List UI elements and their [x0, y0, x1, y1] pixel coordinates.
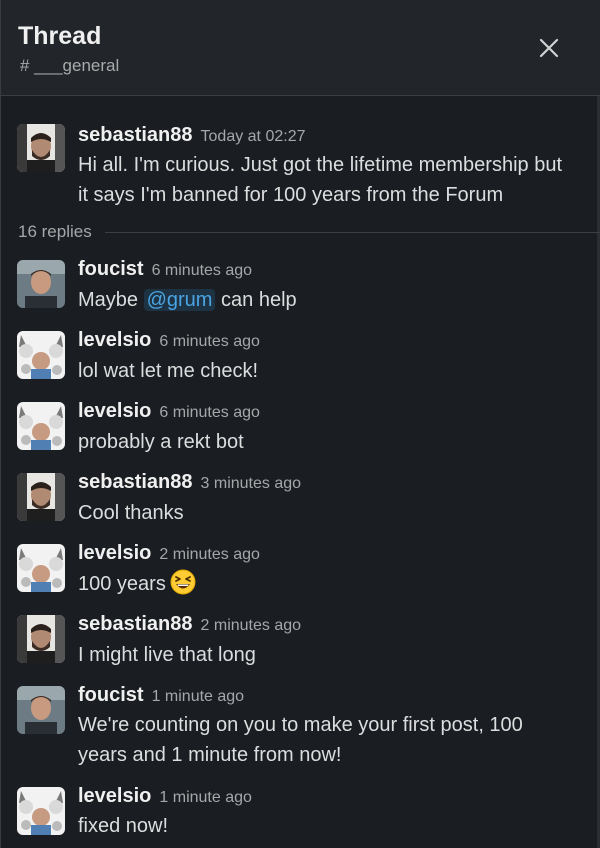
close-button[interactable]	[531, 30, 567, 66]
reply-message[interactable]: levelsio 6 minutes ago lol wat let me che…	[1, 329, 600, 385]
author-name[interactable]: levelsio	[78, 542, 151, 564]
grinning-squinting-face-icon	[170, 569, 196, 604]
levelsio-avatar[interactable]	[17, 787, 65, 835]
timestamp[interactable]: 2 minutes ago	[159, 546, 260, 563]
close-icon	[539, 38, 559, 58]
levelsio-avatar[interactable]	[17, 402, 65, 450]
parent-message[interactable]: sebastian88 Today at 02:27 Hi all. I'm cu…	[1, 124, 600, 214]
levelsio-avatar[interactable]	[17, 544, 65, 592]
message-text: Cool thanks	[78, 502, 184, 524]
timestamp[interactable]: 6 minutes ago	[152, 262, 253, 279]
sebastian-avatar[interactable]	[17, 615, 65, 663]
author-name[interactable]: foucist	[78, 258, 144, 280]
message-text: We're counting on you to make your first…	[78, 714, 523, 766]
reply-message[interactable]: sebastian88 3 minutes ago Cool thanks	[1, 471, 600, 527]
message-text: 100 years	[78, 569, 578, 604]
channel-link[interactable]: # ___general	[20, 56, 119, 76]
reply-message[interactable]: foucist 6 minutes ago Maybe @grum can hel…	[1, 258, 600, 314]
author-name[interactable]: sebastian88	[78, 124, 193, 146]
author-name[interactable]: levelsio	[78, 400, 151, 422]
user-mention[interactable]: @grum	[143, 289, 216, 311]
text-segment: 100 years	[78, 573, 166, 595]
timestamp[interactable]: 6 minutes ago	[159, 404, 260, 421]
sebastian-avatar[interactable]	[17, 473, 65, 521]
levelsio-avatar[interactable]	[17, 331, 65, 379]
message-text: Maybe @grum can help	[78, 285, 578, 315]
sebastian-avatar[interactable]	[17, 124, 65, 172]
reply-message[interactable]: foucist 1 minute ago We're counting on yo…	[1, 684, 600, 774]
replies-count: 16 replies	[18, 222, 92, 241]
reply-message[interactable]: levelsio 1 minute ago fixed now!	[1, 785, 600, 841]
timestamp[interactable]: 3 minutes ago	[201, 475, 302, 492]
author-name[interactable]: levelsio	[78, 785, 151, 807]
reply-message[interactable]: sebastian88 2 minutes ago I might live th…	[1, 613, 600, 669]
thread-panel: Thread # ___general sebastian88 Today at …	[0, 0, 600, 848]
text-segment: Maybe	[78, 289, 144, 311]
author-name[interactable]: sebastian88	[78, 613, 193, 635]
timestamp[interactable]: 1 minute ago	[152, 688, 245, 705]
thread-title: Thread	[18, 22, 102, 50]
timestamp[interactable]: 1 minute ago	[159, 789, 252, 806]
timestamp[interactable]: 2 minutes ago	[201, 617, 302, 634]
author-name[interactable]: sebastian88	[78, 471, 193, 493]
message-text: I might live that long	[78, 644, 256, 666]
message-text: Hi all. I'm curious. Just got the lifeti…	[78, 154, 563, 206]
message-text: probably a rekt bot	[78, 431, 244, 453]
timestamp[interactable]: 6 minutes ago	[159, 333, 260, 350]
reply-message[interactable]: levelsio 2 minutes ago 100 years	[1, 542, 600, 598]
message-text: fixed now!	[78, 815, 169, 837]
timestamp[interactable]: Today at 02:27	[201, 128, 306, 145]
thread-header: Thread # ___general	[1, 0, 600, 96]
divider-line	[105, 232, 600, 233]
foucist-avatar[interactable]	[17, 260, 65, 308]
author-name[interactable]: levelsio	[78, 329, 151, 351]
foucist-avatar[interactable]	[17, 686, 65, 734]
message-text: lol wat let me check!	[78, 360, 259, 382]
replies-divider: 16 replies	[1, 220, 600, 244]
reply-message[interactable]: levelsio 6 minutes ago probably a rekt bo…	[1, 400, 600, 456]
author-name[interactable]: foucist	[78, 684, 144, 706]
text-segment: can help	[215, 289, 297, 311]
